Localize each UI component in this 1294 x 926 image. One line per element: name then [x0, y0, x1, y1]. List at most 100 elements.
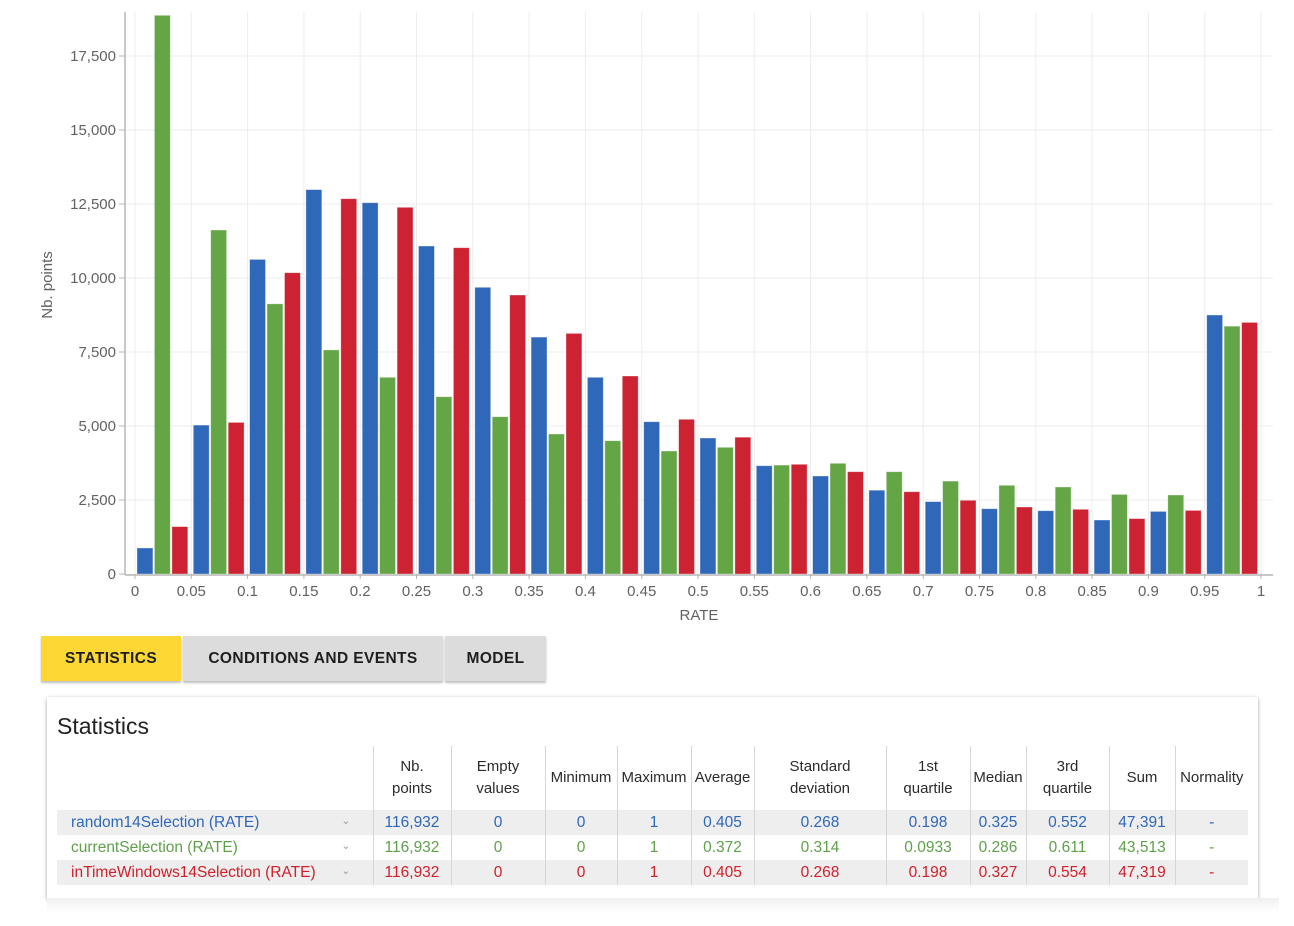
- bar-random14Selection-0.4-0.45[interactable]: [587, 376, 604, 575]
- column-header-maximum: Maximum: [616, 746, 691, 810]
- bar-inTimeWindows14Selection-0.9-0.95[interactable]: [1184, 509, 1202, 575]
- bar-inTimeWindows14Selection-0.4-0.45[interactable]: [621, 375, 639, 575]
- y-tick-label: 7,500: [78, 344, 116, 361]
- bar-currentSelection-0.4-0.45[interactable]: [604, 440, 622, 575]
- bar-inTimeWindows14Selection-0.85-0.9[interactable]: [1128, 518, 1146, 575]
- chevron-down-icon[interactable]: ⌄: [341, 839, 350, 852]
- bar-random14Selection-0.3-0.35[interactable]: [474, 286, 492, 575]
- bar-inTimeWindows14Selection-0.95-1[interactable]: [1241, 321, 1258, 575]
- x-tick-label: 0.7: [913, 583, 934, 600]
- bar-currentSelection-0.1-0.15[interactable]: [266, 303, 284, 575]
- column-header-normality: Normality: [1174, 746, 1248, 810]
- cell-avg: 0.372: [690, 835, 754, 860]
- x-tick-label: 0: [131, 583, 139, 600]
- bar-inTimeWindows14Selection-0.5-0.55[interactable]: [734, 436, 752, 575]
- bar-currentSelection-0-0.05[interactable]: [153, 14, 171, 575]
- x-tick-label: 0.3: [462, 583, 483, 600]
- tab-statistics[interactable]: STATISTICS: [41, 636, 181, 681]
- column-header-nb-points: Nb. points: [372, 746, 451, 810]
- bar-random14Selection-0-0.05[interactable]: [136, 547, 154, 575]
- cell-q3: 0.611: [1025, 835, 1109, 860]
- bar-currentSelection-0.2-0.25[interactable]: [379, 376, 396, 575]
- bar-random14Selection-0.75-0.8[interactable]: [981, 508, 998, 575]
- x-tick-label: 0.6: [800, 583, 821, 600]
- tab-conditions-and-events[interactable]: CONDITIONS AND EVENTS: [183, 636, 443, 681]
- statistics-title: Statistics: [57, 713, 150, 739]
- bar-currentSelection-0.65-0.7[interactable]: [885, 471, 903, 575]
- bar-random14Selection-0.45-0.5[interactable]: [643, 421, 661, 575]
- bar-inTimeWindows14Selection-0.6-0.65[interactable]: [847, 471, 864, 575]
- series-name-cell[interactable]: currentSelection (RATE) ⌄: [57, 835, 373, 860]
- chevron-down-icon[interactable]: ⌄: [341, 864, 350, 877]
- column-header-first-quartile: 1st quartile: [885, 746, 970, 810]
- bar-random14Selection-0.85-0.9[interactable]: [1093, 519, 1111, 575]
- bar-random14Selection-0.6-0.65[interactable]: [812, 475, 829, 575]
- bar-random14Selection-0.8-0.85[interactable]: [1037, 510, 1055, 575]
- bar-currentSelection-0.45-0.5[interactable]: [660, 450, 678, 575]
- tab-model[interactable]: MODEL: [445, 636, 546, 681]
- bar-random14Selection-0.15-0.2[interactable]: [305, 189, 323, 575]
- bar-currentSelection-0.85-0.9[interactable]: [1111, 493, 1128, 575]
- column-header-sum: Sum: [1108, 746, 1175, 810]
- cell-q3: 0.554: [1025, 860, 1109, 885]
- bar-currentSelection-0.35-0.4[interactable]: [548, 433, 565, 575]
- series-name-cell[interactable]: inTimeWindows14Selection (RATE) ⌄: [57, 860, 373, 885]
- column-header-name: [57, 746, 373, 810]
- column-header-average: Average: [690, 746, 754, 810]
- bar-random14Selection-0.95-1[interactable]: [1206, 314, 1223, 575]
- bar-inTimeWindows14Selection-0.8-0.85[interactable]: [1072, 508, 1089, 575]
- cell-median: 0.325: [969, 810, 1026, 835]
- bar-inTimeWindows14Selection-0.45-0.5[interactable]: [678, 418, 695, 575]
- bar-currentSelection-0.25-0.3[interactable]: [435, 396, 453, 575]
- cell-q3: 0.552: [1025, 810, 1109, 835]
- bar-random14Selection-0.55-0.6[interactable]: [755, 465, 773, 575]
- bar-currentSelection-0.6-0.65[interactable]: [829, 462, 847, 575]
- x-tick-label: 0.05: [177, 583, 206, 600]
- bar-random14Selection-0.65-0.7[interactable]: [868, 489, 886, 575]
- bar-currentSelection-0.9-0.95[interactable]: [1167, 494, 1185, 575]
- bar-currentSelection-0.7-0.75[interactable]: [942, 480, 959, 575]
- bar-currentSelection-0.8-0.85[interactable]: [1054, 486, 1072, 575]
- chevron-down-icon[interactable]: ⌄: [341, 814, 350, 827]
- table-header-row: Nb. points Empty values Minimum Maximum Aver…: [57, 746, 1248, 810]
- bar-random14Selection-0.2-0.25[interactable]: [361, 202, 379, 575]
- bar-inTimeWindows14Selection-0.65-0.7[interactable]: [903, 491, 921, 575]
- tab-bar: STATISTICS CONDITIONS AND EVENTS MODEL: [41, 636, 548, 681]
- statistics-table: Nb. points Empty values Minimum Maximum Aver…: [57, 746, 1248, 885]
- bar-inTimeWindows14Selection-0.35-0.4[interactable]: [565, 332, 583, 575]
- bar-inTimeWindows14Selection-0.55-0.6[interactable]: [790, 463, 808, 575]
- x-tick-label: 0.5: [688, 583, 709, 600]
- bar-currentSelection-0.05-0.1[interactable]: [210, 229, 227, 575]
- bar-currentSelection-0.3-0.35[interactable]: [491, 416, 509, 575]
- y-tick-label: 5,000: [78, 418, 116, 435]
- bar-random14Selection-0.7-0.75[interactable]: [924, 501, 942, 575]
- bar-inTimeWindows14Selection-0.2-0.25[interactable]: [396, 206, 414, 575]
- cell-std: 0.268: [753, 810, 886, 835]
- bar-currentSelection-0.55-0.6[interactable]: [773, 464, 791, 575]
- bar-inTimeWindows14Selection-0.3-0.35[interactable]: [509, 294, 527, 575]
- bar-inTimeWindows14Selection-0.75-0.8[interactable]: [1016, 506, 1033, 575]
- bar-currentSelection-0.75-0.8[interactable]: [998, 484, 1016, 575]
- bar-inTimeWindows14Selection-0.1-0.15[interactable]: [284, 272, 301, 575]
- cell-empty: 0: [450, 810, 545, 835]
- bar-random14Selection-0.05-0.1[interactable]: [192, 424, 210, 575]
- cell-median: 0.327: [969, 860, 1026, 885]
- bar-currentSelection-0.5-0.55[interactable]: [717, 446, 734, 575]
- bar-random14Selection-0.5-0.55[interactable]: [699, 437, 717, 575]
- bar-random14Selection-0.25-0.3[interactable]: [418, 245, 435, 575]
- column-header-median: Median: [969, 746, 1026, 810]
- bar-currentSelection-0.15-0.2[interactable]: [322, 349, 340, 575]
- bar-random14Selection-0.1-0.15[interactable]: [249, 258, 266, 575]
- bar-inTimeWindows14Selection-0.05-0.1[interactable]: [227, 421, 245, 575]
- table-row: inTimeWindows14Selection (RATE) ⌄ 116,932 0…: [57, 860, 1248, 885]
- series-name-cell[interactable]: random14Selection (RATE) ⌄: [57, 810, 373, 835]
- bar-inTimeWindows14Selection-0-0.05[interactable]: [171, 526, 189, 575]
- bar-inTimeWindows14Selection-0.7-0.75[interactable]: [959, 499, 977, 575]
- x-tick-label: 1: [1257, 583, 1265, 600]
- x-tick-label: 0.55: [740, 583, 769, 600]
- bar-currentSelection-0.95-1[interactable]: [1223, 325, 1241, 575]
- bar-inTimeWindows14Selection-0.15-0.2[interactable]: [340, 198, 358, 575]
- bar-inTimeWindows14Selection-0.25-0.3[interactable]: [452, 247, 470, 575]
- bar-random14Selection-0.35-0.4[interactable]: [530, 336, 548, 575]
- bar-random14Selection-0.9-0.95[interactable]: [1150, 510, 1167, 575]
